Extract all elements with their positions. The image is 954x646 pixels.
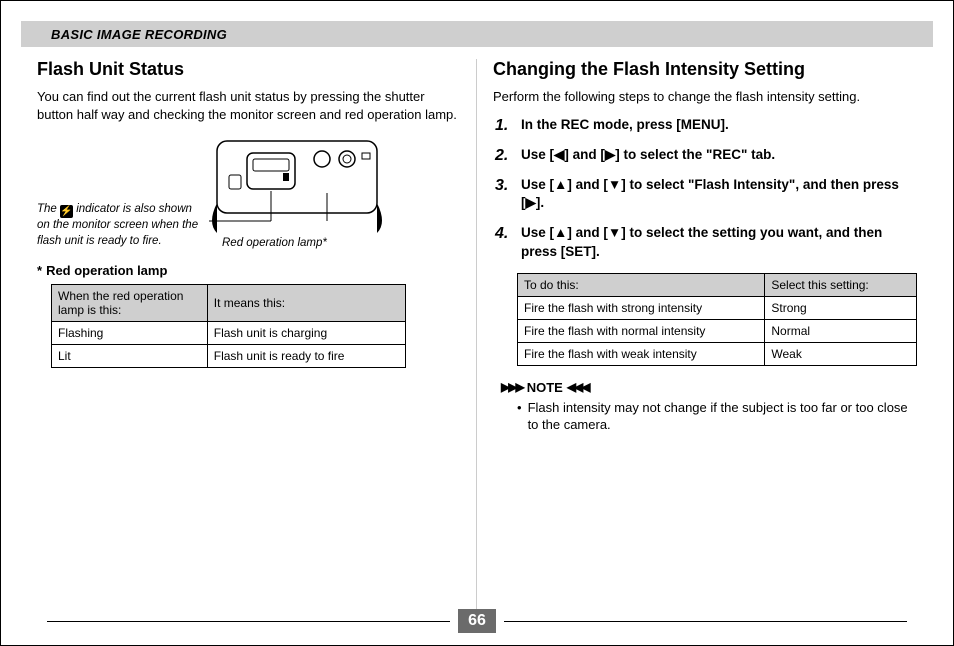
red-lamp-subhead: * Red operation lamp (37, 263, 460, 278)
note-chevron-right-icon: ▶▶▶ (501, 380, 523, 394)
red-lamp-callout: Red operation lamp* (222, 237, 372, 249)
step-item: In the REC mode, press [MENU]. (517, 116, 917, 134)
table-header: To do this: (518, 273, 765, 296)
flash-status-heading: Flash Unit Status (37, 59, 460, 80)
table-header: It means this: (207, 285, 405, 322)
note-body: • Flash intensity may not change if the … (517, 399, 917, 434)
page-number-bar: 66 (47, 609, 907, 633)
page-number-rule (504, 621, 907, 622)
right-column: Changing the Flash Intensity Setting Per… (477, 59, 933, 614)
table-row: Fire the flash with weak intensity Weak (518, 342, 917, 365)
table-cell: Fire the flash with normal intensity (518, 319, 765, 342)
indicator-caption-pre: The (37, 203, 60, 215)
flash-status-paragraph: You can find out the current flash unit … (37, 88, 460, 123)
table-cell: Flashing (52, 322, 208, 345)
table-cell: Strong (765, 296, 917, 319)
asterisk-icon: * (37, 263, 42, 278)
camera-illustration-group: The ⚡ indicator is also shown on the mon… (37, 133, 460, 249)
table-cell: Flash unit is ready to fire (207, 345, 405, 368)
red-lamp-subhead-label: Red operation lamp (46, 263, 167, 278)
camera-illustration: Red operation lamp* (207, 133, 387, 249)
table-row: Flashing Flash unit is charging (52, 322, 406, 345)
steps-list: In the REC mode, press [MENU]. Use [◀] a… (517, 116, 917, 261)
step-item: Use [▲] and [▼] to select the setting yo… (517, 224, 917, 260)
indicator-caption: The ⚡ indicator is also shown on the mon… (37, 202, 207, 249)
note-body-text: Flash intensity may not change if the su… (528, 399, 917, 434)
note-heading: ▶▶▶ NOTE ◀◀◀ (501, 380, 917, 395)
bullet-icon: • (517, 399, 522, 434)
note-chevron-left-icon: ◀◀◀ (567, 380, 589, 394)
manual-page: BASIC IMAGE RECORDING Flash Unit Status … (0, 0, 954, 646)
table-cell: Lit (52, 345, 208, 368)
page-number-rule (47, 621, 450, 622)
intensity-settings-table: To do this: Select this setting: Fire th… (517, 273, 917, 366)
table-row: Fire the flash with strong intensity Str… (518, 296, 917, 319)
step-item: Use [▲] and [▼] to select "Flash Intensi… (517, 176, 917, 212)
table-cell: Weak (765, 342, 917, 365)
section-banner: BASIC IMAGE RECORDING (21, 21, 933, 47)
left-column: Flash Unit Status You can find out the c… (21, 59, 476, 614)
table-header: When the red operation lamp is this: (52, 285, 208, 322)
camera-back-icon (207, 133, 387, 233)
two-column-layout: Flash Unit Status You can find out the c… (21, 59, 933, 614)
note-label: NOTE (527, 380, 563, 395)
table-row: Fire the flash with normal intensity Nor… (518, 319, 917, 342)
page-number: 66 (458, 609, 496, 633)
table-cell: Flash unit is charging (207, 322, 405, 345)
flash-intensity-paragraph: Perform the following steps to change th… (493, 88, 917, 106)
red-lamp-table: When the red operation lamp is this: It … (51, 284, 406, 368)
flash-bolt-icon: ⚡ (60, 205, 73, 218)
table-cell: Fire the flash with strong intensity (518, 296, 765, 319)
table-row: Lit Flash unit is ready to fire (52, 345, 406, 368)
table-cell: Normal (765, 319, 917, 342)
flash-intensity-heading: Changing the Flash Intensity Setting (493, 59, 917, 80)
step-item: Use [◀] and [▶] to select the "REC" tab. (517, 146, 917, 164)
table-header: Select this setting: (765, 273, 917, 296)
table-cell: Fire the flash with weak intensity (518, 342, 765, 365)
